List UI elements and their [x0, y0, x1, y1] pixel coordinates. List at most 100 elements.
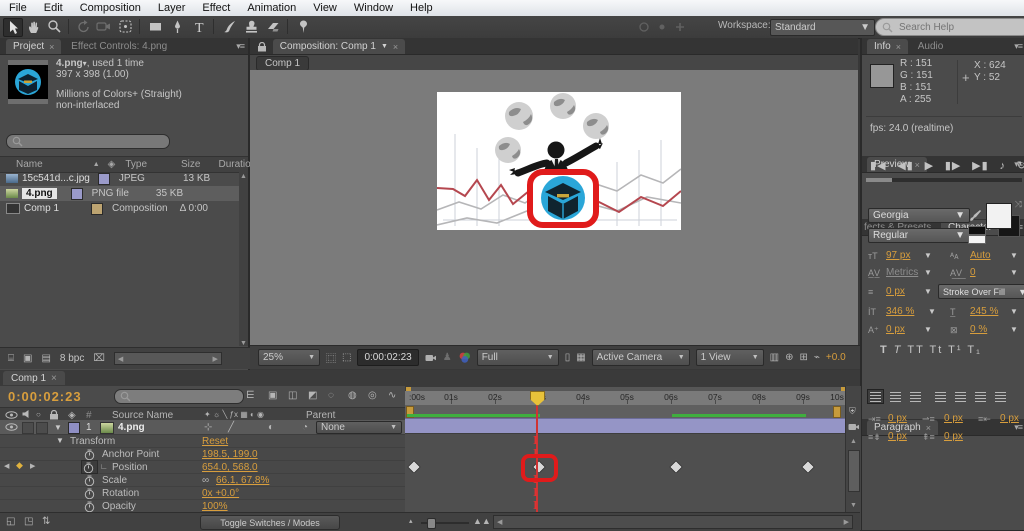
stroke-width-value[interactable]: 0 px	[886, 286, 905, 297]
item-name-selected[interactable]: 4.png	[22, 188, 57, 199]
rotation-value[interactable]: 0x +0.0°	[202, 488, 239, 499]
scroll-left-icon[interactable]: ◀	[118, 355, 123, 363]
menu-edit[interactable]: Edit	[44, 2, 63, 14]
lock-icon[interactable]	[48, 410, 59, 420]
solo-icon[interactable]: ○	[36, 410, 41, 419]
project-row-png-selected[interactable]: 4.png PNG file 35 KB	[0, 186, 240, 201]
graph-editor-icon[interactable]: ∿	[388, 390, 396, 401]
layer-duration-bar[interactable]	[405, 418, 845, 434]
show-snapshot-icon[interactable]: ♟	[443, 352, 452, 363]
align-right-button[interactable]	[908, 390, 923, 403]
new-folder-icon[interactable]: ▣	[23, 353, 32, 364]
panel-menu-icon[interactable]: ▾≡	[236, 41, 244, 52]
reset-exposure-icon[interactable]: ⌁	[814, 352, 820, 363]
hand-tool-icon[interactable]	[24, 18, 42, 35]
justify-last-left-button[interactable]	[933, 390, 948, 403]
keyframe-diamond-0s[interactable]	[407, 460, 421, 474]
lock-icon[interactable]	[256, 42, 268, 53]
expand-inout-icon[interactable]: ⇅	[42, 516, 50, 527]
shape-tool-icon[interactable]	[146, 18, 164, 35]
stopwatch-icon[interactable]	[84, 449, 96, 460]
menu-view[interactable]: View	[313, 2, 337, 14]
project-search[interactable]	[6, 134, 170, 149]
font-family-dropdown[interactable]: Georgia▼	[868, 208, 970, 223]
superscript-button[interactable]: T¹	[948, 344, 962, 356]
expand-layer-switches-icon[interactable]: ◱	[6, 516, 15, 527]
menu-animation[interactable]: Animation	[247, 2, 296, 14]
close-icon[interactable]: ×	[49, 42, 54, 52]
scale-row[interactable]: Scale ∞ 66.1, 67.8%	[0, 473, 405, 487]
resolution-dropdown[interactable]: Full▼	[477, 349, 559, 366]
parent-dropdown[interactable]: None▼	[316, 421, 402, 434]
item-name[interactable]: Comp 1	[24, 203, 59, 214]
space-before-value[interactable]: 0 px	[888, 431, 907, 442]
interpret-footage-icon[interactable]: ⌸	[8, 353, 14, 364]
constrain-link-icon[interactable]: ∞	[202, 475, 209, 486]
kerning-value[interactable]: Metrics	[886, 267, 918, 278]
layer-expand-arrow[interactable]: ▼	[54, 423, 62, 432]
space-after-value[interactable]: 0 px	[944, 431, 963, 442]
grid-guides-icon[interactable]: ▥	[770, 352, 779, 363]
menu-help[interactable]: Help	[410, 2, 433, 14]
group-expand-arrow[interactable]: ▼	[56, 436, 64, 445]
indent-first-value[interactable]: 0 px	[944, 413, 963, 424]
timeline-button-icon[interactable]: ⊕	[785, 352, 793, 363]
clone-stamp-tool-icon[interactable]	[242, 18, 260, 35]
close-icon[interactable]: ×	[51, 373, 57, 384]
all-caps-button[interactable]: TT	[907, 344, 924, 356]
opacity-row[interactable]: Opacity 100%	[0, 499, 405, 513]
layer-visibility-eye-icon[interactable]	[5, 423, 19, 432]
panel-menu-icon[interactable]: ▾≡	[1014, 41, 1022, 52]
chevron-down-icon[interactable]: ▼	[928, 307, 936, 316]
horizontal-scale-value[interactable]: 245 %	[970, 306, 998, 317]
view-layout-dropdown[interactable]: 1 View▼	[696, 349, 764, 366]
label-chip[interactable]	[91, 203, 103, 215]
brainstorm-icon[interactable]: ◍	[348, 390, 357, 401]
chevron-down-icon[interactable]: ▼	[1010, 325, 1018, 334]
timeline-tab-comp1[interactable]: Comp 1×	[3, 371, 65, 385]
camera-tool-icon[interactable]	[95, 18, 113, 35]
layer-row[interactable]: ▼ 1 4.png ⊹ ╱ ◐ ◔ None▼	[0, 420, 405, 435]
work-area-bar[interactable]	[405, 405, 845, 419]
next-frame-button[interactable]: ▮▶	[945, 159, 962, 172]
mini-black-swatch[interactable]	[968, 226, 986, 235]
timeline-search[interactable]	[114, 389, 244, 404]
position-value[interactable]: 654.0, 568.0	[202, 462, 258, 473]
rotation-row[interactable]: Rotation 0x +0.0°	[0, 486, 405, 500]
type-tool-icon[interactable]: T	[190, 18, 208, 35]
anchor-point-label[interactable]: Anchor Point	[102, 449, 159, 460]
last-frame-button[interactable]: ▶▮	[972, 159, 989, 172]
zoom-tool-icon[interactable]	[45, 18, 63, 35]
menu-layer[interactable]: Layer	[158, 2, 186, 14]
position-label[interactable]: Position	[112, 462, 148, 473]
keyframe-diamond-9s[interactable]	[801, 460, 815, 474]
align-left-button[interactable]	[868, 390, 883, 403]
scroll-up-icon[interactable]: ▲	[850, 438, 857, 445]
fill-swatch[interactable]	[986, 203, 1012, 229]
close-icon[interactable]: ×	[896, 42, 901, 52]
workspace-dropdown[interactable]: Standard▼	[770, 19, 875, 36]
comp-marker-icon[interactable]: ⛨	[849, 406, 856, 417]
switches-column-icons[interactable]: ✦ ☼ ╲ ƒx ▦ ◐ ◉	[204, 410, 264, 419]
current-time-display[interactable]: 0:00:02:23	[357, 349, 418, 366]
chevron-down-icon[interactable]: ▼	[381, 43, 388, 50]
tab-effect-controls[interactable]: Effect Controls: 4.png	[64, 41, 174, 52]
layer-effects-icon[interactable]: ╱	[228, 422, 234, 433]
faux-italic-button[interactable]: T	[894, 344, 903, 356]
composition-mini-flowchart-icon[interactable]: ⋿	[246, 390, 255, 401]
stopwatch-icon[interactable]	[83, 462, 95, 473]
position-row[interactable]: ◀ ◆ ▶ ∟ Position 654.0, 568.0	[0, 460, 405, 474]
transform-group-label[interactable]: Transform	[70, 436, 115, 447]
scroll-down-icon[interactable]: ▼	[239, 340, 248, 347]
label-chip[interactable]	[98, 173, 110, 185]
camera-icon[interactable]	[848, 422, 860, 431]
tab-audio[interactable]: Audio	[911, 41, 951, 52]
draft-3d-icon[interactable]: ▣	[268, 390, 277, 401]
magnification-dropdown[interactable]: 25%▼	[258, 349, 320, 366]
scroll-right-icon[interactable]: ▶	[844, 518, 849, 526]
tab-composition[interactable]: Composition: Comp 1▼×	[273, 39, 405, 54]
flowchart-icon[interactable]: ⊞	[800, 352, 808, 363]
solo-toggle-box[interactable]	[36, 422, 48, 434]
transform-reset-link[interactable]: Reset	[202, 436, 228, 447]
project-scrollbar[interactable]: ▲ ▼	[239, 171, 248, 346]
